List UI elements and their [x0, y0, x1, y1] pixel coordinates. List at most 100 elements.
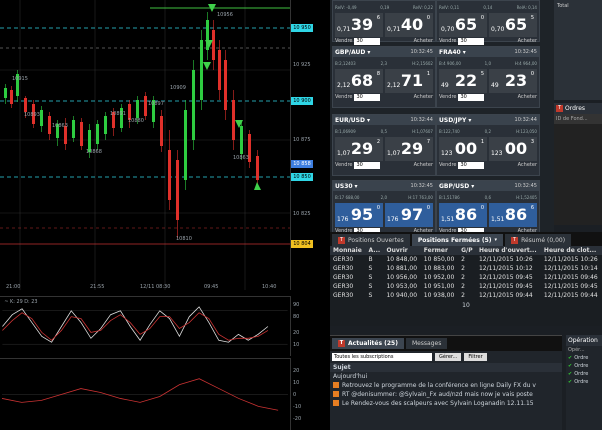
sell-price-button[interactable]: 1,07 29 2 [335, 137, 383, 161]
quantity-select[interactable]: 30 [458, 94, 485, 101]
orders-title: Ordres [565, 105, 586, 112]
sell-price-button[interactable]: 49 22 5 [439, 69, 487, 93]
sell-price-button[interactable]: 123 00 1 [439, 137, 487, 161]
operation-item[interactable]: ✔ Ordre [566, 354, 602, 362]
subscription-select[interactable]: Toutes les subscriptions [332, 353, 432, 361]
quantity-select[interactable]: 30 [458, 38, 485, 45]
news-item[interactable]: Le Rendez-vous des scalpeurs avec Sylvai… [330, 399, 562, 408]
tab-messages[interactable]: Messages [405, 338, 448, 349]
sell-price-button[interactable]: 176 95 0 [335, 203, 383, 227]
column-header[interactable]: A... [365, 246, 384, 255]
buy-label[interactable]: Acheter [518, 94, 537, 101]
dropdown-icon[interactable]: ▾ [468, 117, 471, 124]
quantity-select[interactable]: 30 [354, 162, 381, 169]
close-icon[interactable]: T [338, 236, 345, 244]
sell-price-button[interactable]: 1,51 86 0 [439, 203, 487, 227]
spread-value: 2,3 [380, 60, 388, 66]
buy-label[interactable]: Acheter [518, 162, 537, 169]
dropdown-icon[interactable]: ▾ [463, 49, 466, 56]
filter-button[interactable]: Filtrer [464, 353, 487, 361]
operation-item[interactable]: ✔ Ordre [566, 362, 602, 370]
table-row[interactable]: GER30 S 10 956,00 10 952,00 2 12/11/2015 09:4… [330, 273, 602, 282]
oscillator-indicator[interactable] [0, 358, 290, 430]
sell-label[interactable]: Vendre [439, 38, 456, 45]
buy-price-button[interactable]: 2,12 71 1 [385, 69, 433, 93]
instrument-name[interactable]: USD/JPY [439, 117, 466, 124]
tab-open-positions[interactable]: T Positions Ouvertes [332, 234, 410, 246]
buy-label[interactable]: Acheter [414, 38, 433, 45]
candle-body [184, 110, 187, 180]
column-header[interactable]: Heure d'ouvert... [475, 246, 541, 255]
annotation-label: 10893 [24, 112, 40, 118]
buy-price-button[interactable]: 176 97 0 [385, 203, 433, 227]
instrument-name[interactable]: FRA40 [439, 49, 461, 56]
sell-label[interactable]: Vendre [335, 38, 352, 45]
table-row[interactable]: GER30 S 10 881,00 10 883,00 2 12/11/2015 10:1… [330, 264, 602, 273]
instrument-name[interactable]: GBP/USD [439, 183, 469, 190]
table-cell: 2 [461, 265, 465, 272]
close-icon[interactable]: T [511, 236, 519, 244]
news-item[interactable]: Retrouvez le programme de la conférence … [330, 381, 562, 390]
dropdown-icon[interactable]: ▾ [367, 49, 370, 56]
stochastic-indicator[interactable]: ~ K: 29 D: 23 [0, 296, 290, 356]
table-row[interactable]: GER30 S 10 953,00 10 951,00 2 12/11/2015 09:4… [330, 282, 602, 291]
spread-value: 0,14 [483, 4, 493, 10]
buy-label[interactable]: Acheter [414, 162, 433, 169]
column-header[interactable]: Fermer [420, 246, 459, 255]
low-value: B:2,12403 [335, 60, 356, 66]
buy-label[interactable]: Acheter [518, 38, 537, 45]
quote-tile: EUR/USD ▾ 10:32:44 B:1,06909 0,5 H:1,07607 1,… [332, 114, 436, 176]
news-day: Aujourd'hui [333, 373, 368, 380]
tab-summary[interactable]: T Résumé (0,00) [505, 234, 572, 246]
manage-button[interactable]: Gérer... [435, 353, 462, 361]
sell-price-button[interactable]: 2,12 68 8 [335, 69, 383, 93]
dropdown-icon[interactable]: ▾ [471, 183, 474, 190]
table-row[interactable]: GER30 B 10 848,00 10 850,00 2 12/11/2015 10:2… [330, 255, 602, 264]
buy-label[interactable]: Acheter [414, 94, 433, 101]
column-header[interactable]: Heure de clot... [540, 246, 602, 255]
table-cell: S [368, 292, 373, 299]
sell-label[interactable]: Vendre [439, 162, 456, 169]
sell-price-button[interactable]: 0,70 65 0 [439, 13, 487, 37]
check-icon: ✔ [568, 355, 573, 361]
instrument-name[interactable]: GBP/AUD [335, 49, 365, 56]
close-icon[interactable]: T [556, 105, 563, 112]
sell-label[interactable]: Vendre [335, 94, 352, 101]
sell-price-button[interactable]: 0,71 39 6 [335, 13, 383, 37]
dropdown-icon[interactable]: ▾ [367, 117, 370, 124]
total-label: Total [557, 3, 569, 9]
instrument-name[interactable]: US30 [335, 183, 353, 190]
buy-price-button[interactable]: 1,51 86 6 [489, 203, 537, 227]
column-header[interactable]: Ouvrir [383, 246, 421, 255]
orders-col[interactable]: ID de Fond... [554, 114, 602, 124]
price-chart[interactable]: 10956 10915 10909 10897 10893 10891 1088… [0, 0, 290, 290]
buy-price-button[interactable]: 0,71 40 0 [385, 13, 433, 37]
buy-price-button[interactable]: 49 23 0 [489, 69, 537, 93]
instrument-name[interactable]: EUR/USD [335, 117, 365, 124]
quantity-select[interactable]: 30 [354, 38, 381, 45]
table-cell: GER30 [333, 283, 354, 290]
table-cell: GER30 [333, 265, 354, 272]
tab-closed-positions[interactable]: Positions Fermées (5) ▾ [411, 234, 504, 246]
column-header[interactable]: Monnaie [330, 246, 366, 255]
table-row[interactable]: GER30 S 10 940,00 10 938,00 2 12/11/2015 09:4… [330, 291, 602, 300]
sell-label[interactable]: Vendre [439, 94, 456, 101]
operation-item[interactable]: ✔ Ordre [566, 370, 602, 378]
dropdown-icon[interactable]: ▾ [355, 183, 358, 190]
annotation-label: 10880 [128, 118, 144, 124]
buy-price-button[interactable]: 123 00 3 [489, 137, 537, 161]
tab-news[interactable]: T Actualités (25) [332, 338, 404, 349]
buy-price-button[interactable]: 1,07 29 7 [385, 137, 433, 161]
operation-item[interactable]: ✔ Ordre [566, 378, 602, 386]
quantity-select[interactable]: 30 [458, 162, 485, 169]
sell-label[interactable]: Vendre [335, 162, 352, 169]
osc-level: -20 [293, 416, 302, 422]
osc-level: -10 [293, 404, 302, 410]
news-item[interactable]: RT @denisummer: @Sylvain_Fx aud/nzd mais… [330, 390, 562, 399]
quantity-select[interactable]: 30 [354, 94, 381, 101]
buy-price-button[interactable]: 0,70 65 5 [489, 13, 537, 37]
candlesticks [4, 12, 259, 238]
column-header[interactable]: G/P [458, 246, 476, 255]
candle-body [218, 50, 221, 90]
table-cell: 10 952,00 [423, 274, 455, 281]
